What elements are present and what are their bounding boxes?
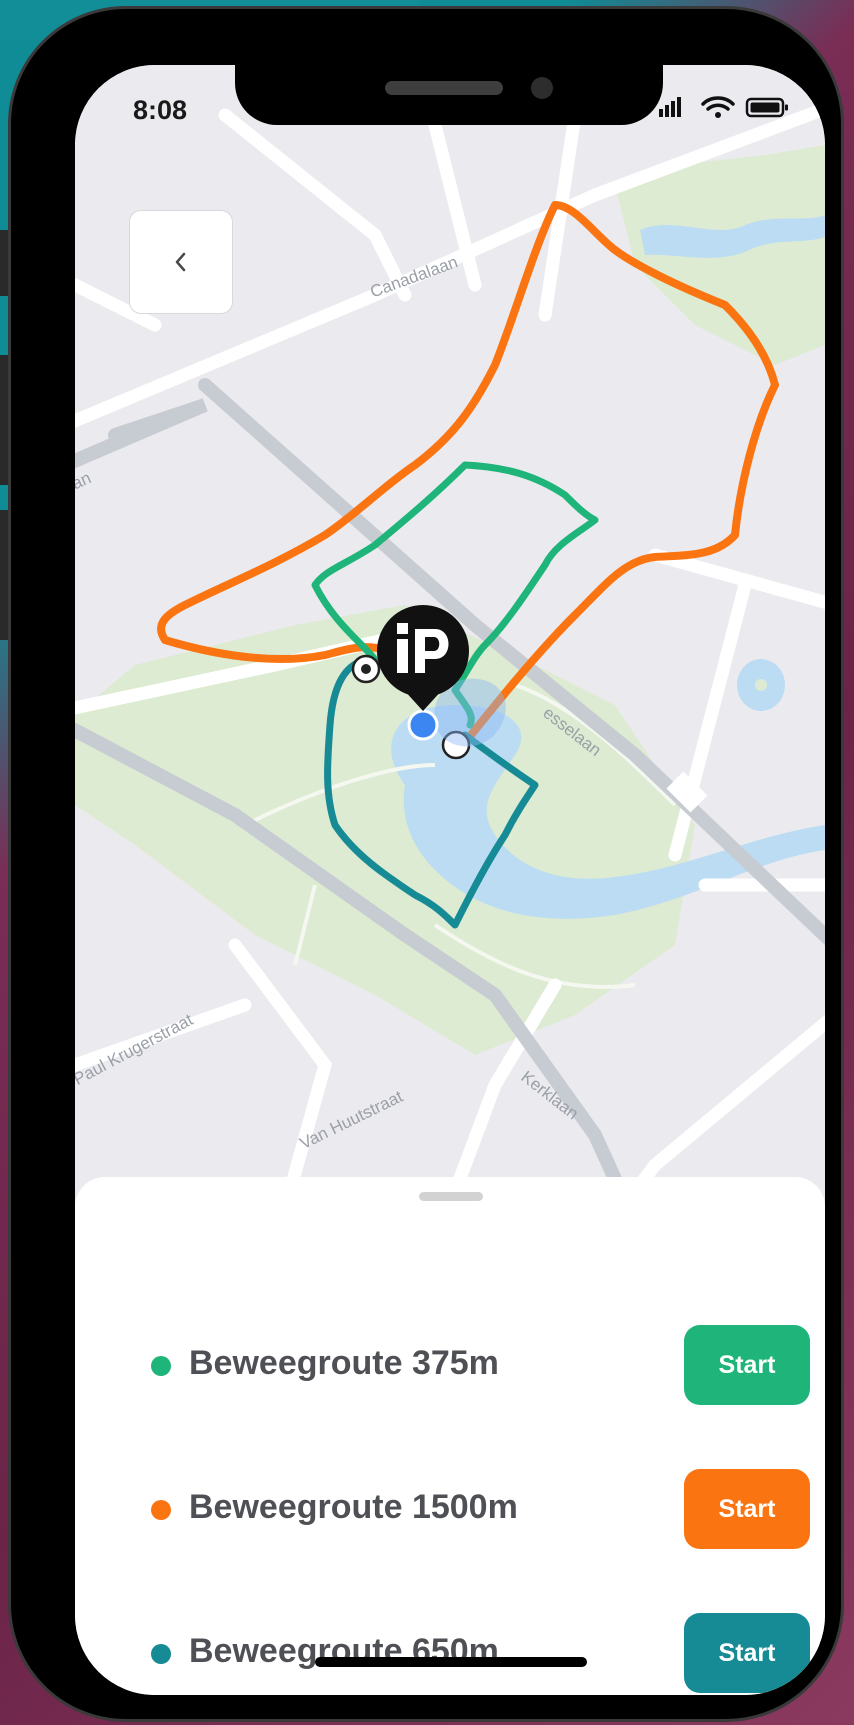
wifi-icon [701,96,735,118]
start-route-1500m-button[interactable]: Start [684,1469,810,1549]
route-item-650m: Beweegroute 650m Start [151,1613,810,1693]
route-item-375m: Beweegroute 375m Start [151,1325,810,1405]
route-color-dot [151,1500,171,1520]
user-location-dot [407,709,439,741]
signal-icon [659,97,681,117]
sheet-grabber-handle[interactable] [419,1192,483,1201]
route-bottom-sheet: Beweegroute 375m Start Beweegroute 1500m… [75,1177,825,1695]
route-color-dot [151,1356,171,1376]
notch-camera [531,77,553,99]
start-route-650m-button[interactable]: Start [684,1613,810,1693]
notch-speaker [385,81,503,95]
route-name: Beweegroute 1500m [189,1488,518,1526]
route-map[interactable]: Canadalaan Paul Krugerstraat Van Huutstr… [75,65,825,1245]
chevron-left-icon [175,252,186,272]
phone-frame: Canadalaan Paul Krugerstraat Van Huutstr… [8,6,844,1722]
status-bar-icons [659,96,788,118]
start-route-375m-button[interactable]: Start [684,1325,810,1405]
back-button[interactable] [129,210,233,314]
battery-icon [745,97,788,118]
route-name: Beweegroute 375m [189,1344,499,1382]
phone-notch [235,65,663,125]
route-item-1500m: Beweegroute 1500m Start [151,1469,810,1549]
app-screen: Canadalaan Paul Krugerstraat Van Huutstr… [75,65,825,1695]
status-bar-time: 8:08 [133,95,188,125]
route-color-dot [151,1644,171,1664]
home-indicator[interactable] [315,1657,587,1667]
